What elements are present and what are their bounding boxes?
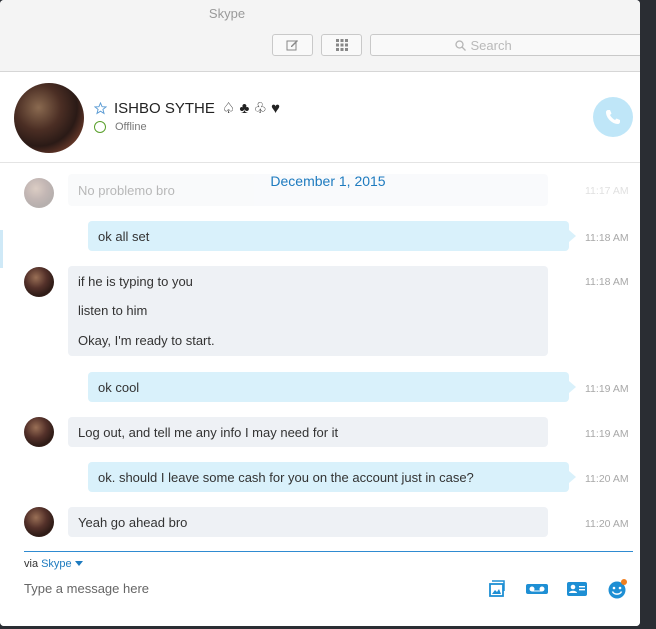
chevron-down-icon[interactable] bbox=[74, 561, 83, 567]
contact-name[interactable]: ISHBO SYTHE bbox=[114, 100, 215, 117]
contact-avatar[interactable] bbox=[14, 83, 84, 153]
message-text: ok cool bbox=[98, 380, 140, 395]
emoticon-button[interactable] bbox=[605, 577, 629, 601]
message-bubble-outgoing[interactable]: ok cool bbox=[88, 372, 576, 402]
message-bubble-incoming[interactable]: if he is typing to you listen to him Oka… bbox=[68, 266, 548, 356]
phone-icon bbox=[606, 110, 620, 124]
message-composer: via Skype bbox=[0, 546, 640, 626]
send-image-button[interactable] bbox=[485, 577, 509, 601]
sender-avatar[interactable] bbox=[24, 267, 54, 297]
contact-name-suits: ♤ ♣ ♧ ♥ bbox=[221, 100, 281, 117]
search-input[interactable] bbox=[470, 37, 561, 53]
message-text: if he is typing to you bbox=[78, 274, 193, 289]
window-title: Skype bbox=[208, 6, 246, 21]
contact-name-row: ISHBO SYTHE ♤ ♣ ♧ ♥ bbox=[94, 99, 280, 117]
compose-button[interactable] bbox=[272, 34, 313, 56]
message-text: listen to him bbox=[78, 303, 148, 318]
contact-header: ISHBO SYTHE ♤ ♣ ♧ ♥ Offline bbox=[0, 73, 640, 163]
send-image-icon bbox=[489, 580, 505, 597]
presence-row: Offline bbox=[94, 121, 147, 133]
sender-avatar[interactable] bbox=[24, 507, 54, 537]
message-time: 11:20 AM bbox=[585, 473, 629, 485]
message-bubble-outgoing[interactable]: ok all set bbox=[88, 221, 576, 251]
message-time: 11:20 AM bbox=[585, 518, 629, 530]
sender-avatar[interactable] bbox=[24, 417, 54, 447]
emoticon-icon bbox=[608, 579, 627, 599]
presence-offline-icon bbox=[94, 121, 106, 133]
video-message-button[interactable] bbox=[525, 577, 549, 601]
message-text: Log out, and tell me any info I may need… bbox=[78, 425, 339, 440]
title-bar: Skype bbox=[0, 0, 640, 72]
video-message-icon bbox=[526, 584, 548, 594]
favorite-star-icon[interactable] bbox=[94, 101, 107, 115]
compose-icon bbox=[286, 40, 298, 51]
presence-status: Offline bbox=[115, 121, 147, 133]
sidebar-edge bbox=[0, 230, 3, 268]
date-separator: December 1, 2015 bbox=[270, 173, 386, 189]
via-service[interactable]: Skype bbox=[41, 558, 72, 570]
message-input[interactable] bbox=[24, 579, 464, 597]
skype-window: Skype Search ISHBO SYTHE ♤ ♣ ♧ ♥ Offline… bbox=[0, 0, 640, 626]
message-text: ok. should I leave some cash for you on … bbox=[98, 470, 474, 485]
message-text: Okay, I'm ready to start. bbox=[78, 333, 215, 348]
search-icon bbox=[454, 39, 466, 51]
message-time: 11:19 AM bbox=[585, 383, 629, 395]
message-time: 11:19 AM bbox=[585, 428, 629, 440]
conversation-area[interactable]: December 1, 2015 No problemo bro 11:17 A… bbox=[0, 164, 640, 546]
via-selector[interactable]: via Skype bbox=[24, 558, 83, 570]
via-label: via bbox=[24, 558, 39, 570]
search-box[interactable] bbox=[370, 34, 640, 56]
send-contact-icon bbox=[567, 582, 587, 596]
message-bubble-outgoing[interactable]: ok. should I leave some cash for you on … bbox=[88, 462, 576, 492]
message-text: Yeah go ahead bro bbox=[78, 515, 188, 530]
message-time: 11:18 AM bbox=[585, 276, 629, 288]
message-text: ok all set bbox=[98, 229, 150, 244]
dialpad-button[interactable] bbox=[321, 34, 362, 56]
composer-divider bbox=[24, 551, 633, 552]
message-time: 11:18 AM bbox=[585, 232, 629, 244]
message-bubble-incoming[interactable]: Log out, and tell me any info I may need… bbox=[68, 417, 548, 447]
call-button[interactable] bbox=[593, 97, 633, 137]
message-bubble-incoming[interactable]: Yeah go ahead bro bbox=[68, 507, 548, 537]
dialpad-icon bbox=[335, 39, 348, 51]
send-contact-button[interactable] bbox=[565, 577, 589, 601]
